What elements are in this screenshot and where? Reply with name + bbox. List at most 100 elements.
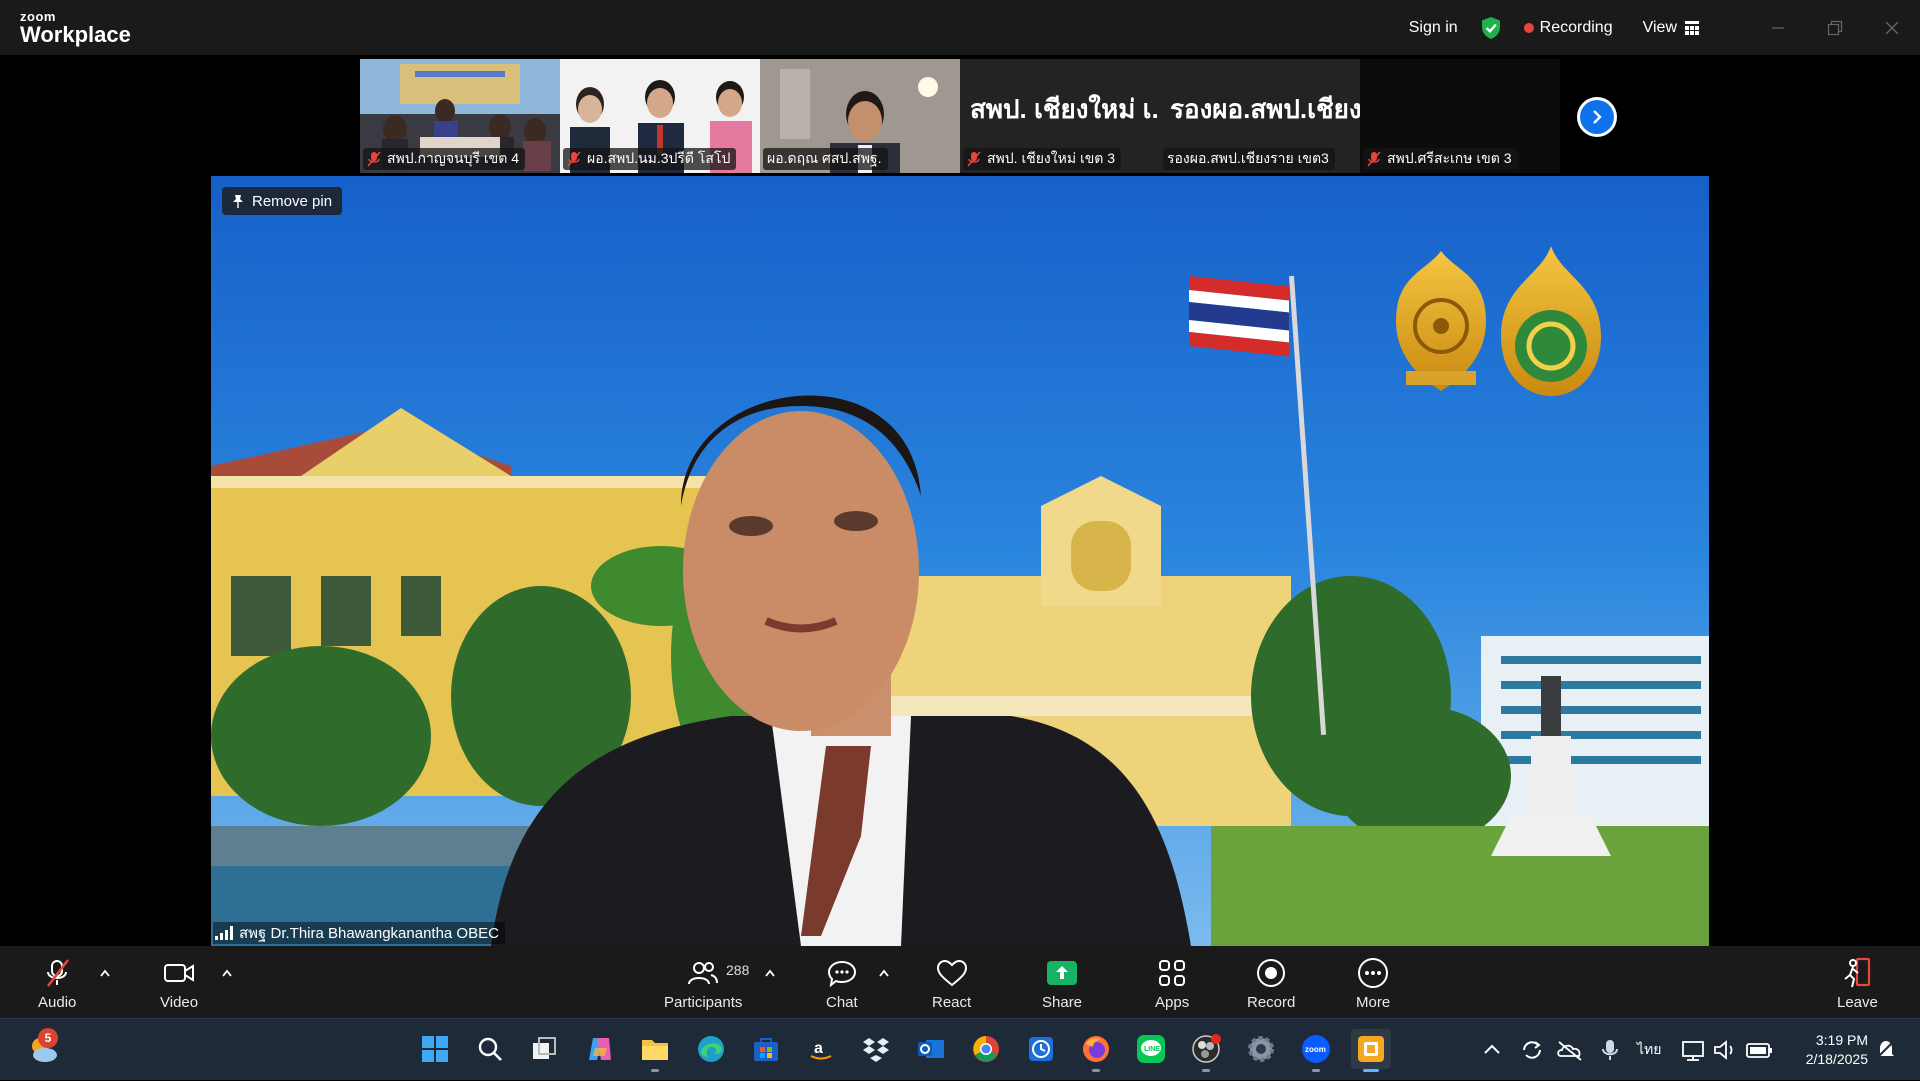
svg-text:zoom: zoom [1305, 1045, 1326, 1054]
recording-indicator[interactable]: Recording [1523, 18, 1613, 37]
close-button[interactable] [1863, 0, 1920, 55]
start-button[interactable] [415, 1029, 455, 1069]
sync-icon[interactable] [1515, 1038, 1549, 1062]
grid-view-icon [1685, 20, 1699, 35]
clock-date: 2/18/2025 [1805, 1051, 1868, 1067]
view-button[interactable]: View [1643, 19, 1699, 37]
task-view-icon [533, 1037, 556, 1059]
maximize-button[interactable] [1806, 0, 1863, 55]
apps-label: Apps [1155, 994, 1190, 1011]
participant-name: สพป. เชียงใหม่ เขต 3 [987, 150, 1116, 166]
more-button[interactable]: More [1356, 946, 1390, 1018]
task-view-button[interactable] [524, 1029, 564, 1069]
record-label: Record [1247, 994, 1296, 1011]
copilot-icon [589, 1038, 611, 1060]
onedrive-icon[interactable] [1553, 1038, 1587, 1062]
participant-tile[interactable]: สพป.ศรีสะเกษ เขต 3 [1360, 59, 1560, 173]
file-explorer-button[interactable] [635, 1029, 675, 1072]
settings-icon [1248, 1036, 1274, 1062]
leave-icon [1844, 957, 1871, 988]
title-bar: zoom Workplace Sign in Recording View [0, 0, 1920, 55]
chat-button[interactable]: Chat [826, 946, 858, 1018]
participant-label: รองผอ.สพป.เชียงราย เขต3 [1163, 148, 1335, 170]
audio-button[interactable]: Audio [38, 946, 76, 1018]
chrome-button[interactable] [966, 1029, 1006, 1069]
outlook-button[interactable] [911, 1029, 951, 1069]
brand-big: Workplace [20, 22, 131, 47]
video-options-caret[interactable] [220, 966, 234, 980]
mic-muted-icon [1367, 151, 1381, 167]
chrome-icon [973, 1036, 999, 1062]
vlc-button[interactable] [1351, 1029, 1391, 1072]
share-label: Share [1042, 994, 1083, 1011]
minimize-icon [1771, 26, 1784, 29]
show-hidden-icons-icon[interactable] [1475, 1040, 1509, 1060]
active-speaker-video[interactable]: Remove pin สพฐ Dr.Thira Bhawangkanantha … [211, 176, 1709, 946]
chevron-up-icon [222, 969, 232, 977]
dropbox-button[interactable] [856, 1029, 896, 1069]
apps-button[interactable]: Apps [1155, 946, 1189, 1018]
weather-notification-badge: 5 [38, 1028, 58, 1048]
amazon-button[interactable]: a [801, 1029, 841, 1069]
clock-time: 3:19 PM [1815, 1032, 1868, 1048]
video-button[interactable]: Video [160, 946, 198, 1018]
copilot-button[interactable] [580, 1029, 620, 1069]
chat-options-caret[interactable] [877, 966, 891, 980]
language-indicator[interactable]: ไทย [1637, 1039, 1661, 1061]
notification-bell-icon [1876, 1039, 1896, 1059]
security-shield-icon[interactable] [1480, 16, 1502, 40]
chevron-up-icon [100, 969, 110, 977]
system-tray: ไทย [1475, 1019, 1777, 1081]
outlook-icon [918, 1040, 944, 1058]
store-icon [754, 1038, 778, 1061]
remove-pin-button[interactable]: Remove pin [222, 187, 343, 215]
leave-label: Leave [1837, 994, 1878, 1011]
store-button[interactable] [746, 1029, 786, 1069]
share-button[interactable]: Share [1042, 946, 1082, 1018]
line-icon: LINE [1137, 1035, 1165, 1063]
firefox-button[interactable] [1076, 1029, 1116, 1072]
microphone-icon[interactable] [1593, 1038, 1627, 1062]
minimize-button[interactable] [1749, 0, 1806, 55]
heart-icon [936, 959, 967, 987]
network-icon[interactable] [1679, 1038, 1709, 1062]
participants-button[interactable]: Participants [664, 946, 742, 1018]
obs-button[interactable] [1186, 1029, 1226, 1072]
chevron-up-icon [879, 969, 889, 977]
participant-tile[interactable]: ผอ.ดฤณ ศสป.สพฐ. [760, 59, 960, 173]
participant-tile[interactable]: สพป.กาญจนบุรี เขต 4 [360, 59, 560, 173]
battery-icon[interactable] [1743, 1038, 1777, 1062]
chevron-up-icon [765, 969, 775, 977]
participant-tile[interactable]: รองผอ.สพป.เชียง... รองผอ.สพป.เชียงราย เข… [1160, 59, 1360, 173]
edge-button[interactable] [691, 1029, 731, 1069]
react-button[interactable]: React [932, 946, 971, 1018]
pin-icon [233, 195, 243, 208]
taskbar-clock[interactable]: 3:19 PM 2/18/2025 [1806, 1031, 1868, 1069]
participant-tile[interactable]: สพป. เชียงใหม่ เ... สพป. เชียงใหม่ เขต 3 [960, 59, 1160, 173]
line-button[interactable]: LINE [1131, 1029, 1171, 1069]
participant-display-name: รองผอ.สพป.เชียง... [1170, 94, 1360, 124]
recording-label: Recording [1539, 18, 1613, 36]
record-button[interactable]: Record [1247, 946, 1295, 1018]
settings-button[interactable] [1241, 1029, 1281, 1069]
mic-muted-icon [47, 959, 70, 987]
participant-tile[interactable]: ผอ.สพป.นม.3ปรีดี โสโป [560, 59, 760, 173]
audio-options-caret[interactable] [98, 966, 112, 980]
zoom-app-button[interactable]: zoom [1296, 1029, 1336, 1072]
participants-icon [688, 962, 719, 985]
leave-button[interactable]: Leave [1837, 946, 1878, 1018]
clock-app-button[interactable] [1021, 1029, 1061, 1069]
participants-label: Participants [664, 994, 743, 1011]
more-label: More [1356, 994, 1391, 1011]
search-icon [478, 1037, 502, 1061]
speaker-name-label: สพฐ Dr.Thira Bhawangkanantha OBEC [213, 922, 505, 944]
notifications-button[interactable] [1868, 1029, 1904, 1069]
gallery-next-button[interactable] [1577, 97, 1617, 137]
meeting-toolbar: Audio Video Participants 288 Chat React … [0, 946, 1920, 1018]
taskbar-search-button[interactable] [470, 1029, 510, 1069]
virtual-background [211, 176, 1709, 946]
sign-in-link[interactable]: Sign in [1409, 19, 1458, 37]
participant-label: สพป.ศรีสะเกษ เขต 3 [1363, 148, 1518, 170]
participants-options-caret[interactable] [763, 966, 777, 980]
volume-icon[interactable] [1711, 1038, 1741, 1062]
